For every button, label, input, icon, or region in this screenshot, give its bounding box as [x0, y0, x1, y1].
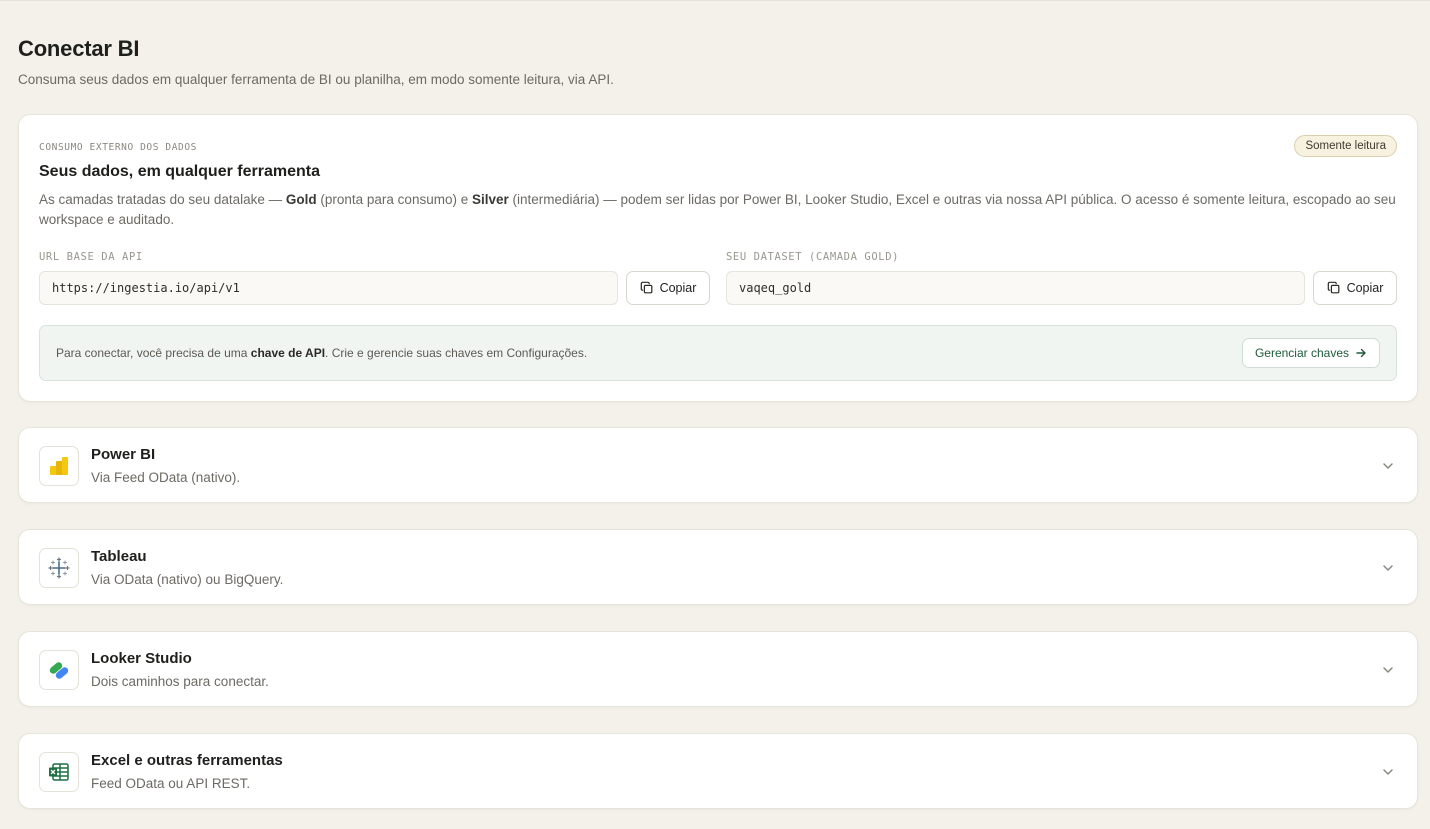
tool-name: Power BI — [91, 446, 156, 463]
tool-card-tableau[interactable]: Tableau Via OData (nativo) ou BigQuery. — [18, 529, 1418, 605]
tool-description: Feed OData ou API REST. — [91, 776, 251, 791]
arrow-right-icon — [1356, 348, 1366, 358]
dataset-label: SEU DATASET (CAMADA GOLD) — [726, 251, 900, 263]
tool-description: Via OData (nativo) ou BigQuery. — [91, 572, 284, 587]
api-key-label: chave de API — [250, 346, 326, 360]
api-url-field[interactable]: https://ingestia.io/api/v1 — [39, 271, 618, 305]
tool-card-power-bi[interactable]: Power BI Via Feed OData (nativo). — [18, 427, 1418, 503]
top-divider — [0, 0, 1430, 1]
powerbi-icon — [39, 446, 79, 486]
read-only-badge: Somente leitura — [1294, 135, 1397, 157]
copy-icon — [1327, 281, 1340, 294]
manage-keys-label: Gerenciar chaves — [1254, 346, 1349, 360]
card-title: Seus dados, em qualquer ferramenta — [39, 163, 320, 180]
page-subtitle: Consuma seus dados em qualquer ferrament… — [18, 72, 614, 87]
chevron-down-icon[interactable] — [1381, 459, 1395, 473]
manage-keys-button[interactable]: Gerenciar chaves — [1241, 338, 1380, 368]
tableau-icon — [39, 548, 79, 588]
tool-card-excel[interactable]: Excel e outras ferramentas Feed OData ou… — [18, 733, 1418, 809]
gold-label: Gold — [285, 192, 317, 207]
copy-icon — [640, 281, 653, 294]
dataset-field[interactable]: vaqeq_gold — [726, 271, 1305, 305]
tool-name: Tableau — [91, 548, 147, 565]
copy-dataset-button[interactable]: Copiar — [1313, 271, 1397, 305]
copy-api-url-button[interactable]: Copiar — [626, 271, 710, 305]
api-key-info-text: Para conectar, você precisa de uma chave… — [56, 346, 588, 360]
tool-card-looker-studio[interactable]: Looker Studio Dois caminhos para conecta… — [18, 631, 1418, 707]
api-key-info-box: Para conectar, você precisa de uma chave… — [39, 325, 1397, 381]
card-description: As camadas tratadas do seu datalake — Go… — [39, 192, 1396, 227]
api-url-label: URL BASE DA API — [39, 251, 143, 263]
excel-icon — [39, 752, 79, 792]
external-consumption-card: CONSUMO EXTERNO DOS DADOS Somente leitur… — [18, 114, 1418, 402]
tool-description: Via Feed OData (nativo). — [91, 470, 241, 485]
tool-name: Excel e outras ferramentas — [91, 752, 283, 769]
tool-name: Looker Studio — [91, 650, 192, 667]
tool-description: Dois caminhos para conectar. — [91, 674, 269, 689]
copy-label: Copiar — [659, 281, 697, 295]
chevron-down-icon[interactable] — [1381, 561, 1395, 575]
chevron-down-icon[interactable] — [1381, 765, 1395, 779]
looker-studio-icon — [39, 650, 79, 690]
page-title: Conectar BI — [18, 36, 140, 61]
copy-label: Copiar — [1346, 281, 1384, 295]
silver-label: Silver — [471, 192, 509, 207]
chevron-down-icon[interactable] — [1381, 663, 1395, 677]
section-eyebrow: CONSUMO EXTERNO DOS DADOS — [39, 142, 197, 153]
